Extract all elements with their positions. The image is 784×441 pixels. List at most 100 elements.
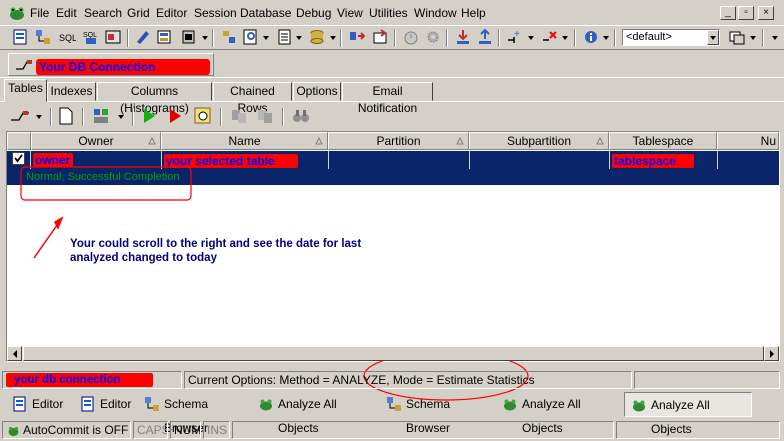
restore-button[interactable]: ▫ bbox=[738, 6, 754, 20]
dropdown-arrow-icon[interactable] bbox=[562, 36, 568, 40]
menu-window[interactable]: Window bbox=[414, 6, 457, 20]
schema-browser-icon bbox=[145, 397, 159, 411]
toolbar-overflow-icon[interactable] bbox=[772, 36, 778, 40]
binoculars-icon[interactable] bbox=[292, 107, 310, 125]
dropdown-arrow-icon[interactable] bbox=[296, 36, 302, 40]
minimize-button[interactable]: _ bbox=[720, 6, 736, 20]
toad-icon bbox=[633, 400, 645, 412]
database-icon[interactable] bbox=[308, 28, 326, 46]
session-browser-icon[interactable] bbox=[180, 28, 198, 46]
column-header-tablespace[interactable]: Tablespace bbox=[609, 132, 717, 150]
tablespace-cell[interactable]: tablespace bbox=[612, 154, 694, 168]
tab-tables[interactable]: Tables bbox=[4, 79, 47, 102]
column-header-subpartition[interactable]: Subpartition bbox=[469, 132, 609, 150]
owner-cell[interactable]: owner bbox=[33, 153, 73, 167]
compare-icon[interactable] bbox=[348, 28, 366, 46]
task-editor-2[interactable]: Editor bbox=[74, 392, 136, 417]
task-analyze-all-objects-1[interactable]: Analyze All Objects bbox=[252, 392, 376, 435]
menu-utilities[interactable]: Utilities bbox=[369, 6, 408, 20]
menu-database[interactable]: Database bbox=[240, 6, 291, 20]
rollback-icon[interactable] bbox=[476, 28, 494, 46]
toolbar-separator bbox=[446, 29, 448, 47]
reports-icon[interactable] bbox=[276, 28, 294, 46]
schema-browser-icon[interactable] bbox=[34, 28, 52, 46]
dropdown-arrow-icon[interactable] bbox=[603, 36, 609, 40]
toolbar-separator bbox=[82, 108, 84, 126]
dropdown-arrow-icon[interactable] bbox=[118, 115, 124, 119]
close-button[interactable]: × bbox=[758, 6, 774, 20]
row-checkbox[interactable] bbox=[12, 152, 25, 165]
scroll-thumb[interactable] bbox=[23, 346, 764, 361]
toolbar-separator bbox=[212, 29, 214, 47]
column-header-label: Owner bbox=[78, 134, 114, 148]
stop-icon[interactable] bbox=[168, 108, 182, 124]
dropdown-arrow-icon[interactable] bbox=[330, 36, 336, 40]
object-search-icon[interactable] bbox=[156, 28, 174, 46]
run-icon[interactable] bbox=[142, 108, 156, 124]
scroll-left-button[interactable] bbox=[7, 346, 22, 361]
menu-file[interactable]: File bbox=[30, 6, 49, 20]
new-document-icon[interactable] bbox=[58, 107, 74, 125]
menu-debug[interactable]: Debug bbox=[296, 6, 331, 20]
tab-options[interactable]: Options bbox=[293, 82, 341, 101]
menu-view[interactable]: View bbox=[337, 6, 363, 20]
task-analyze-all-objects-3[interactable]: Analyze All Objects bbox=[624, 392, 752, 436]
name-cell[interactable]: your selected table bbox=[164, 154, 298, 168]
tab-email-notification[interactable]: Email Notification bbox=[342, 82, 433, 115]
paste-disabled-icon bbox=[258, 110, 272, 123]
column-header-partition[interactable]: Partition bbox=[328, 132, 469, 150]
chevron-down-icon[interactable] bbox=[707, 30, 719, 45]
menu-search[interactable]: Search bbox=[84, 6, 122, 20]
sql-editor-icon[interactable] bbox=[12, 28, 30, 46]
menu-edit[interactable]: Edit bbox=[56, 6, 77, 20]
timer-icon[interactable] bbox=[402, 28, 420, 46]
column-header-num-rows[interactable]: Nu bbox=[717, 132, 779, 150]
commit-icon[interactable] bbox=[454, 28, 472, 46]
explain-plan-icon[interactable] bbox=[134, 28, 152, 46]
toad-icon bbox=[260, 399, 272, 411]
menu-editor[interactable]: Editor bbox=[156, 6, 187, 20]
dropdown-arrow-icon[interactable] bbox=[528, 36, 534, 40]
task-editor-1[interactable]: Editor bbox=[6, 392, 72, 417]
scroll-right-button[interactable] bbox=[764, 346, 779, 361]
ins-indicator: INS bbox=[203, 421, 230, 439]
annotation-text: Your could scroll to the right and see t… bbox=[70, 237, 361, 265]
task-label: Editor bbox=[100, 397, 132, 411]
toad-app-icon[interactable] bbox=[8, 4, 26, 22]
table-icon[interactable] bbox=[220, 28, 238, 46]
autocommit-panel[interactable]: AutoCommit is OFF bbox=[2, 421, 131, 439]
column-select-icon[interactable] bbox=[92, 107, 112, 125]
find-object-icon[interactable] bbox=[242, 28, 260, 46]
tab-chained-rows[interactable]: Chained Rows bbox=[213, 82, 292, 115]
cell-divider bbox=[30, 151, 31, 169]
disconnect-icon[interactable] bbox=[540, 28, 558, 46]
menu-session[interactable]: Session bbox=[194, 6, 237, 20]
tab-indexes[interactable]: Indexes bbox=[47, 82, 96, 101]
sql-modeler-icon[interactable]: SQL bbox=[58, 28, 76, 46]
schema-combo[interactable]: <default> bbox=[622, 29, 720, 46]
menu-grid[interactable]: Grid bbox=[127, 6, 150, 20]
data-export-icon[interactable] bbox=[372, 28, 390, 46]
task-schema-browser-1[interactable]: Schema Browser bbox=[138, 392, 250, 435]
task-label: Editor bbox=[32, 397, 64, 411]
schedule-icon[interactable] bbox=[194, 107, 212, 125]
dropdown-arrow-icon[interactable] bbox=[750, 36, 756, 40]
svg-text:SQL: SQL bbox=[59, 33, 76, 43]
dropdown-arrow-icon[interactable] bbox=[263, 36, 269, 40]
dropdown-arrow-icon[interactable] bbox=[36, 115, 42, 119]
column-header-name[interactable]: Name bbox=[161, 132, 328, 150]
task-schema-browser-2[interactable]: Schema Browser bbox=[380, 392, 492, 435]
menu-help[interactable]: Help bbox=[461, 6, 486, 20]
tab-columns-histograms[interactable]: Columns (Histograms) bbox=[97, 82, 212, 115]
task-analyze-all-objects-2[interactable]: Analyze All Objects bbox=[496, 392, 620, 435]
sql-recall-icon[interactable]: SQL bbox=[82, 28, 100, 46]
connection-action-icon[interactable] bbox=[10, 107, 30, 125]
project-manager-icon[interactable] bbox=[104, 28, 122, 46]
info-icon[interactable] bbox=[582, 28, 600, 46]
column-header-owner[interactable]: Owner bbox=[31, 132, 161, 150]
dropdown-arrow-icon[interactable] bbox=[202, 36, 208, 40]
gear-icon[interactable] bbox=[424, 28, 442, 46]
window-list-icon[interactable] bbox=[728, 28, 746, 46]
column-header-select[interactable] bbox=[7, 132, 31, 150]
new-connection-icon[interactable]: + bbox=[506, 28, 524, 46]
